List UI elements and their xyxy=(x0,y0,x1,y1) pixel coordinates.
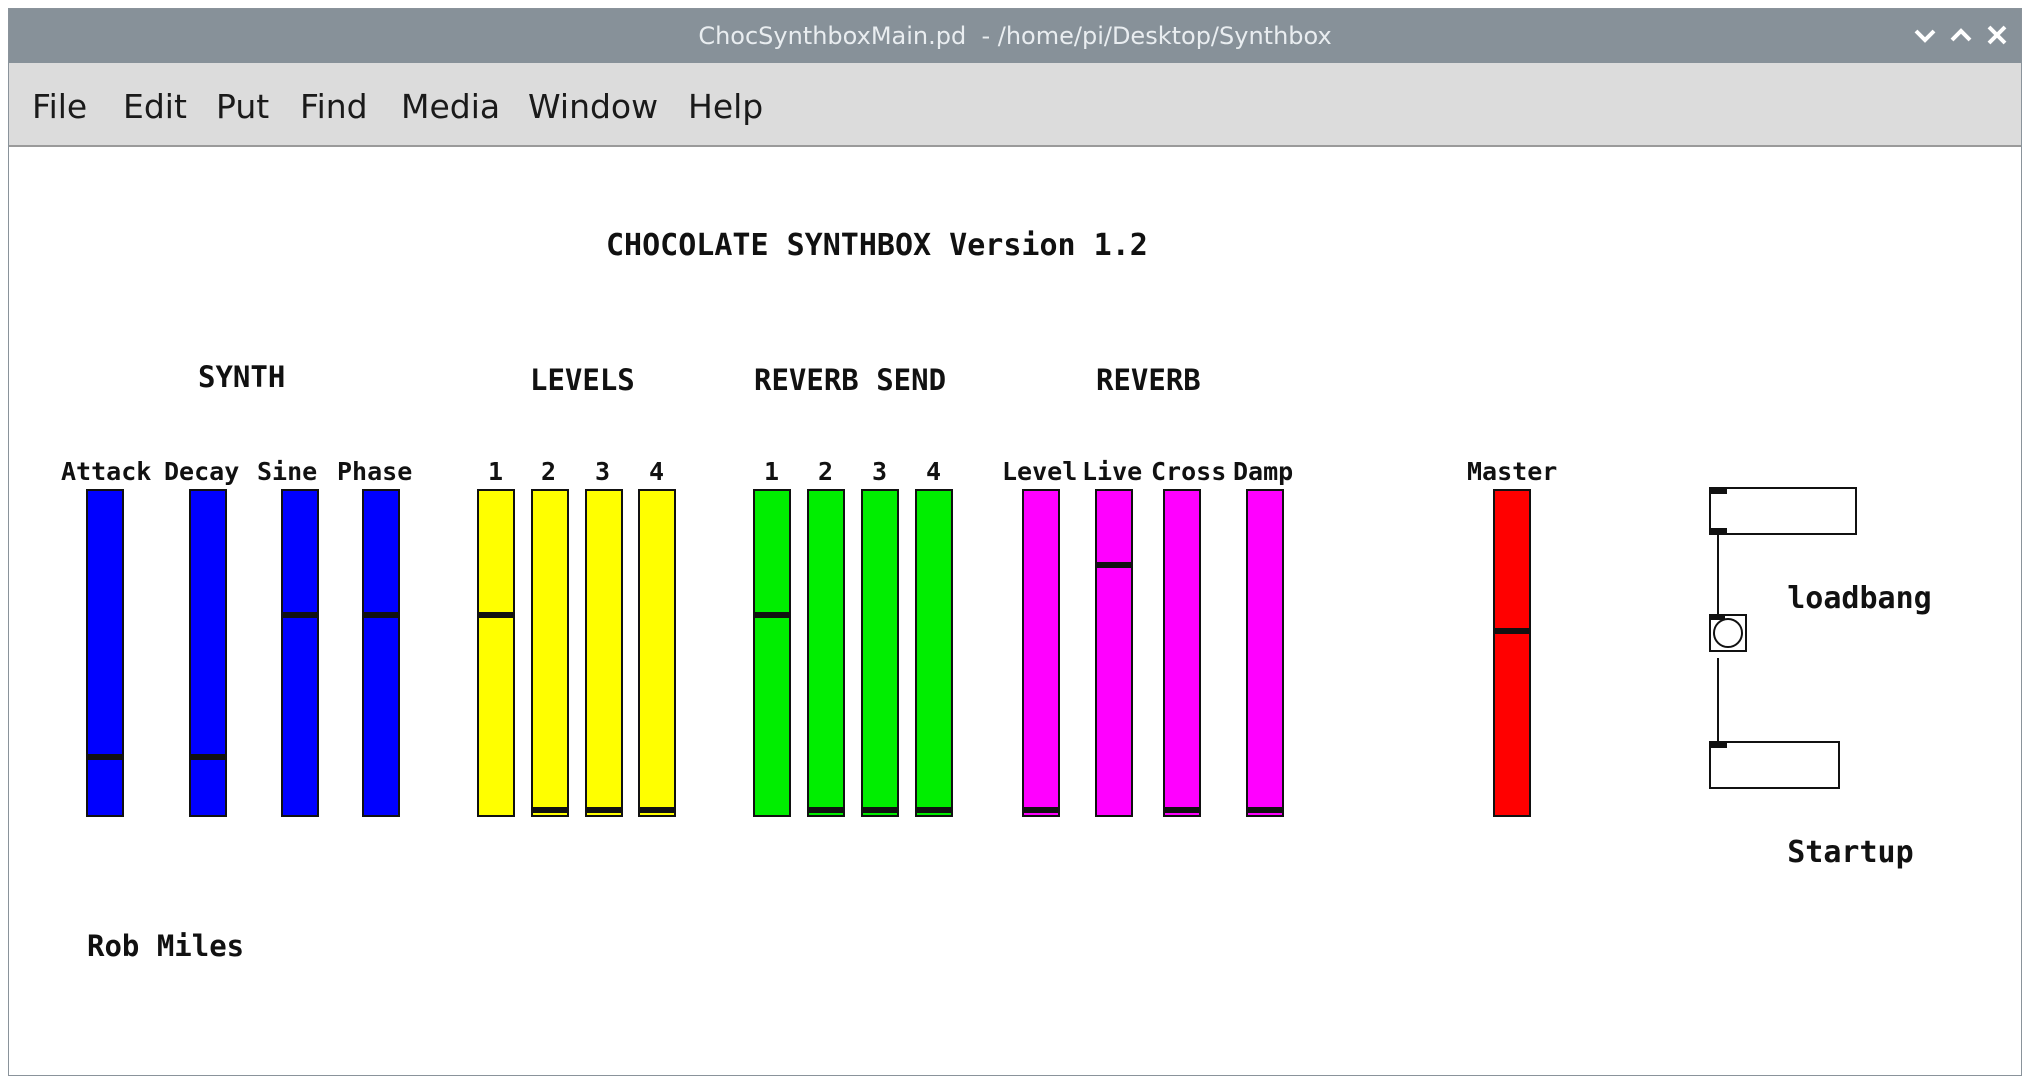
slider-label-reverb-cross: Cross xyxy=(1151,457,1227,486)
slider-master[interactable] xyxy=(1493,489,1531,817)
menu-help[interactable]: Help xyxy=(688,85,763,129)
slider-label-reverb-level: Level xyxy=(1002,457,1078,486)
slider-label-send-4: 4 xyxy=(926,457,942,486)
slider-label-level-2: 2 xyxy=(541,457,557,486)
slider-level-1[interactable] xyxy=(477,489,515,817)
slider-level-3[interactable] xyxy=(585,489,623,817)
bang-circle-icon xyxy=(1713,618,1743,648)
slider-knob[interactable] xyxy=(587,807,621,813)
slider-knob[interactable] xyxy=(809,807,843,813)
slider-phase[interactable] xyxy=(362,489,400,817)
menu-window[interactable]: Window xyxy=(528,85,658,129)
slider-label-phase: Phase xyxy=(337,457,413,486)
slider-send-2[interactable] xyxy=(807,489,845,817)
outlet[interactable] xyxy=(1711,528,1727,533)
slider-label-send-1: 1 xyxy=(764,457,780,486)
slider-label-level-4: 4 xyxy=(649,457,665,486)
slider-sine[interactable] xyxy=(281,489,319,817)
slider-knob[interactable] xyxy=(479,612,513,619)
menu-file[interactable]: File xyxy=(32,85,87,129)
slider-label-master: Master xyxy=(1467,457,1558,486)
slider-level-4[interactable] xyxy=(638,489,676,817)
slider-label-reverb-damp: Damp xyxy=(1233,457,1294,486)
slider-reverb-cross[interactable] xyxy=(1163,489,1201,817)
slider-label-attack: Attack xyxy=(61,457,152,486)
slider-knob[interactable] xyxy=(863,807,897,813)
slider-knob[interactable] xyxy=(1024,807,1058,813)
startup-label: Startup xyxy=(1787,835,1914,870)
slider-send-3[interactable] xyxy=(861,489,899,817)
slider-knob[interactable] xyxy=(1495,628,1529,635)
slider-knob[interactable] xyxy=(755,612,789,619)
group-levels-label: LEVELS xyxy=(530,363,635,397)
inlet[interactable] xyxy=(1711,743,1727,748)
slider-knob[interactable] xyxy=(1097,562,1131,569)
chevron-down-icon[interactable] xyxy=(1909,19,1941,51)
slider-knob[interactable] xyxy=(1248,807,1282,813)
group-reverb-label: REVERB xyxy=(1096,363,1201,397)
titlebar[interactable]: ChocSynthboxMain.pd - /home/pi/Desktop/S… xyxy=(9,9,2021,63)
slider-reverb-live[interactable] xyxy=(1095,489,1133,817)
slider-knob[interactable] xyxy=(364,612,398,619)
menu-edit[interactable]: Edit xyxy=(123,85,187,129)
slider-label-send-3: 3 xyxy=(872,457,888,486)
slider-knob[interactable] xyxy=(283,612,317,619)
slider-reverb-damp[interactable] xyxy=(1246,489,1284,817)
loadbang-object[interactable]: loadbang xyxy=(1709,487,1932,616)
slider-knob[interactable] xyxy=(533,807,567,813)
slider-knob[interactable] xyxy=(1165,807,1199,813)
menu-find[interactable]: Find xyxy=(300,85,368,129)
inlet[interactable] xyxy=(1711,489,1727,494)
slider-knob[interactable] xyxy=(88,753,122,760)
slider-knob[interactable] xyxy=(917,807,951,813)
slider-label-send-2: 2 xyxy=(818,457,834,486)
slider-send-1[interactable] xyxy=(753,489,791,817)
slider-knob[interactable] xyxy=(191,753,225,760)
slider-send-4[interactable] xyxy=(915,489,953,817)
slider-label-level-1: 1 xyxy=(488,457,504,486)
patch-title: CHOCOLATE SYNTHBOX Version 1.2 xyxy=(606,228,1148,263)
slider-reverb-level[interactable] xyxy=(1022,489,1060,817)
window-title: ChocSynthboxMain.pd - /home/pi/Desktop/S… xyxy=(698,22,1332,50)
menubar: File Edit Put Find Media Window Help xyxy=(9,63,2021,147)
startup-object[interactable]: Startup xyxy=(1709,741,1914,870)
group-reverb-send-label: REVERB SEND xyxy=(754,363,947,397)
slider-level-2[interactable] xyxy=(531,489,569,817)
slider-label-level-3: 3 xyxy=(595,457,611,486)
chevron-up-icon[interactable] xyxy=(1945,19,1977,51)
slider-attack[interactable] xyxy=(86,489,124,817)
group-synth-label: SYNTH xyxy=(198,360,286,394)
slider-decay[interactable] xyxy=(189,489,227,817)
menu-media[interactable]: Media xyxy=(401,85,500,129)
author-label: Rob Miles xyxy=(87,929,245,963)
slider-label-reverb-live: Live xyxy=(1082,457,1143,486)
loadbang-label: loadbang xyxy=(1787,581,1932,616)
slider-knob[interactable] xyxy=(640,807,674,813)
close-icon[interactable] xyxy=(1981,19,2013,51)
menu-put[interactable]: Put xyxy=(216,85,269,129)
slider-label-sine: Sine xyxy=(257,457,318,486)
slider-label-decay: Decay xyxy=(164,457,240,486)
bang-button[interactable] xyxy=(1709,614,1747,652)
